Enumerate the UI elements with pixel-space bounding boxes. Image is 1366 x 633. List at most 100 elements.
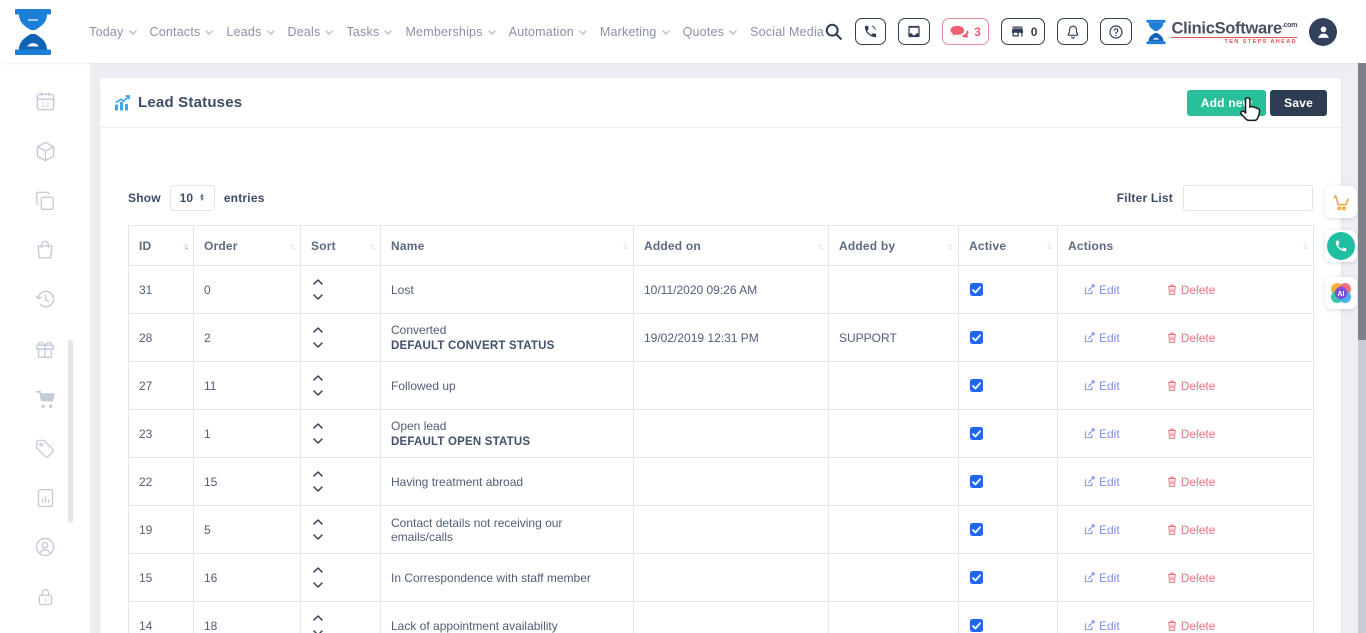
search-icon[interactable] [824,22,843,41]
nav-item-tasks[interactable]: Tasks [346,25,392,39]
move-up-icon[interactable] [313,375,325,381]
active-checkbox[interactable] [970,571,983,584]
move-up-icon[interactable] [313,423,325,429]
cell-sort [301,506,381,554]
column-header-name[interactable]: Name↑↓ [381,226,634,266]
filter-input[interactable] [1183,185,1313,211]
inbox-button[interactable] [898,18,930,45]
cell-name: Contact details not receiving our emails… [381,506,634,554]
save-button[interactable]: Save [1270,90,1327,116]
column-header-actions[interactable]: Actions↑↓ [1058,226,1314,266]
active-checkbox[interactable] [970,283,983,296]
nav-item-marketing[interactable]: Marketing [600,25,670,39]
nav-item-memberships[interactable]: Memberships [405,25,495,39]
sidebar-gift-icon[interactable] [23,325,67,375]
notifications-button[interactable] [1057,18,1088,45]
move-up-icon[interactable] [313,327,325,333]
sidebar-history-icon[interactable] [23,275,67,325]
move-down-icon[interactable] [313,534,325,540]
sidebar-calendar-icon[interactable]: 12 [23,77,67,127]
nav-item-deals[interactable]: Deals [288,25,334,39]
delete-link[interactable]: Delete [1167,331,1216,345]
ai-fab[interactable]: AI [1325,277,1357,309]
chat-button[interactable]: 3 [942,18,989,45]
move-up-icon[interactable] [313,471,325,477]
user-avatar[interactable] [1309,18,1337,46]
active-checkbox[interactable] [970,379,983,392]
cart-fab[interactable] [1325,186,1357,218]
nav-item-leads[interactable]: Leads [226,25,274,39]
edit-link[interactable]: Edit [1084,427,1120,441]
edit-link[interactable]: Edit [1084,283,1120,297]
active-checkbox[interactable] [970,427,983,440]
edit-link[interactable]: Edit [1084,475,1120,489]
edit-link[interactable]: Edit [1084,331,1120,345]
move-up-icon[interactable] [313,279,325,285]
column-header-sort[interactable]: Sort↑↓ [301,226,381,266]
nav-item-social-media[interactable]: Social Media [750,25,824,39]
add-new-button[interactable]: Add new [1187,90,1266,116]
store-button[interactable]: 0 [1001,18,1046,45]
move-down-icon[interactable] [313,438,325,444]
phone-button[interactable] [855,18,886,45]
column-header-added-by[interactable]: Added by↑↓ [829,226,959,266]
edit-icon [1084,284,1095,295]
sidebar-cart-icon[interactable] [23,374,67,424]
sidebar-shopping-bag-icon[interactable] [23,226,67,276]
move-down-icon[interactable] [313,294,325,300]
column-header-id[interactable]: ID↑↓ [129,226,194,266]
move-down-icon[interactable] [313,342,325,348]
column-header-active[interactable]: Active↑↓ [959,226,1058,266]
edit-icon [1084,428,1095,439]
cell-added-on [634,410,829,458]
chevron-down-icon [729,30,737,35]
move-down-icon[interactable] [313,582,325,588]
delete-link[interactable]: Delete [1167,427,1216,441]
page-size-value: 10 [180,191,193,205]
edit-link[interactable]: Edit [1084,523,1120,537]
sidebar-package-icon[interactable] [23,127,67,177]
active-checkbox[interactable] [970,331,983,344]
move-up-icon[interactable] [313,519,325,525]
sidebar-report-icon[interactable] [23,473,67,523]
cell-added-by [829,410,959,458]
sort-arrows-icon: ↑↓ [817,241,822,251]
page-scrollbar[interactable] [1358,63,1366,633]
nav-item-today[interactable]: Today [89,25,136,39]
delete-link[interactable]: Delete [1167,379,1216,393]
sidebar-tags-icon[interactable] [23,424,67,474]
active-checkbox[interactable] [970,523,983,536]
app-logo[interactable] [0,9,66,55]
delete-link[interactable]: Delete [1167,619,1216,633]
nav-item-quotes[interactable]: Quotes [683,25,738,39]
sidebar-scrollbar-thumb[interactable] [68,340,73,523]
active-checkbox[interactable] [970,475,983,488]
move-down-icon[interactable] [313,486,325,492]
delete-link[interactable]: Delete [1167,571,1216,585]
delete-link[interactable]: Delete [1167,523,1216,537]
move-down-icon[interactable] [313,390,325,396]
delete-link[interactable]: Delete [1167,283,1216,297]
phone-fab[interactable] [1325,230,1357,262]
help-button[interactable] [1100,18,1132,45]
edit-link[interactable]: Edit [1084,571,1120,585]
sidebar-copy-icon[interactable] [23,176,67,226]
column-header-added-on[interactable]: Added on↑↓ [634,226,829,266]
column-header-order[interactable]: Order↑↓ [194,226,301,266]
brand-logo[interactable]: ClinicSoftware.com TEN STEPS AHEAD [1146,18,1297,46]
nav-item-contacts[interactable]: Contacts [150,25,214,39]
edit-link[interactable]: Edit [1084,379,1120,393]
page-scrollbar-thumb[interactable] [1358,63,1366,340]
sort-arrows-icon: ↑↓ [369,241,374,251]
move-up-icon[interactable] [313,615,325,621]
nav-item-automation[interactable]: Automation [509,25,587,39]
phone-icon [863,24,878,39]
delete-link[interactable]: Delete [1167,475,1216,489]
move-up-icon[interactable] [313,567,325,573]
edit-link[interactable]: Edit [1084,619,1120,633]
calendar-icon: 12 [34,90,57,113]
page-size-select[interactable]: 10 ▲▼ [170,185,215,211]
active-checkbox[interactable] [970,619,983,632]
sidebar-lock-icon[interactable] [23,572,67,622]
sidebar-account-icon[interactable] [23,523,67,573]
